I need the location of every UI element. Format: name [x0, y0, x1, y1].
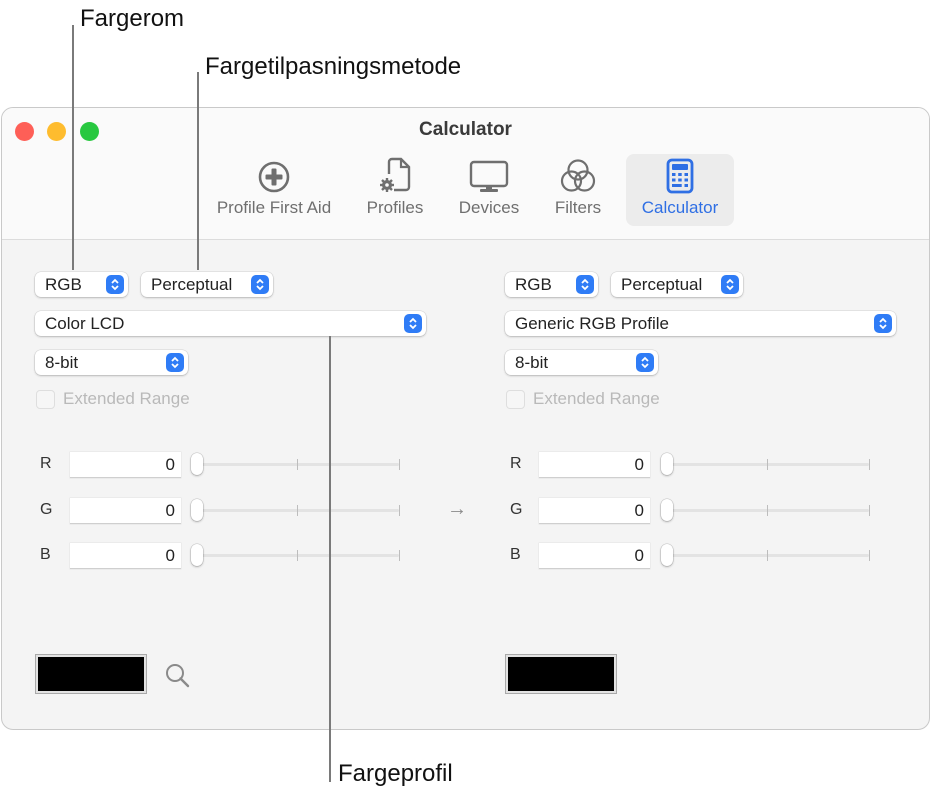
callout-line-rendering-intent — [197, 72, 199, 270]
popup-value: RGB — [45, 275, 82, 294]
tab-label: Profiles — [366, 198, 424, 217]
display-icon — [469, 160, 509, 192]
source-color-space-popup[interactable]: RGB — [35, 272, 128, 297]
calculator-window: Calculator Profile First Aid Profiles De… — [1, 107, 930, 730]
dest-color-swatch[interactable] — [505, 654, 617, 694]
popup-value: 8-bit — [45, 353, 79, 372]
source-b-slider[interactable] — [191, 544, 403, 566]
chevron-updown-icon — [106, 275, 124, 294]
calculator-icon — [666, 158, 694, 194]
channel-label-b: B — [510, 546, 521, 563]
source-extended-range[interactable]: Extended Range — [36, 389, 190, 409]
tab-label: Devices — [458, 198, 520, 217]
source-color-swatch[interactable] — [35, 654, 147, 694]
callout-line-color-profile — [329, 336, 331, 782]
dest-r-field[interactable]: 0 — [539, 452, 650, 478]
dest-extended-range[interactable]: Extended Range — [506, 389, 660, 409]
tab-profiles[interactable]: Profiles — [358, 154, 432, 226]
overlapping-circles-icon — [560, 159, 596, 192]
source-r-slider[interactable] — [191, 453, 403, 475]
popup-value: Color LCD — [45, 314, 125, 333]
dest-b-field[interactable]: 0 — [539, 543, 650, 569]
tab-profile-first-aid[interactable]: Profile First Aid — [206, 154, 342, 226]
source-g-slider[interactable] — [191, 499, 403, 521]
toolbar: Profile First Aid Profiles Devices Filte… — [2, 153, 929, 227]
dest-swatch-fill — [509, 658, 613, 690]
arrow-icon: → — [447, 498, 467, 520]
tab-label: Calculator — [641, 198, 719, 217]
tab-label: Filters — [554, 198, 602, 217]
extended-range-label: Extended Range — [533, 389, 660, 408]
callout-color-space: Fargerom — [80, 5, 185, 32]
chevron-updown-icon — [166, 353, 184, 372]
extended-range-checkbox[interactable] — [36, 389, 55, 409]
chevron-updown-icon — [721, 275, 739, 294]
extended-range-label: Extended Range — [63, 389, 190, 408]
source-depth-popup[interactable]: 8-bit — [35, 350, 188, 375]
slider-knob[interactable] — [661, 499, 673, 521]
source-intent-popup[interactable]: Perceptual — [141, 272, 273, 297]
source-g-field[interactable]: 0 — [70, 498, 181, 524]
channel-label-g: G — [510, 501, 523, 518]
chevron-updown-icon — [251, 275, 269, 294]
slider-knob[interactable] — [661, 544, 673, 566]
dest-color-space-popup[interactable]: RGB — [505, 272, 598, 297]
slider-knob[interactable] — [661, 453, 673, 475]
dest-profile-popup[interactable]: Generic RGB Profile — [505, 311, 896, 336]
plus-circle-icon — [258, 161, 290, 193]
channel-label-r: R — [40, 455, 52, 472]
extended-range-checkbox[interactable] — [506, 389, 525, 409]
source-swatch-fill — [39, 658, 143, 690]
source-profile-popup[interactable]: Color LCD — [35, 311, 426, 336]
channel-label-r: R — [510, 455, 522, 472]
tab-calculator[interactable]: Calculator — [626, 154, 734, 226]
tab-filters[interactable]: Filters — [546, 154, 610, 226]
popup-value: Generic RGB Profile — [515, 314, 669, 333]
dest-g-slider[interactable] — [661, 499, 873, 521]
popup-value: RGB — [515, 275, 552, 294]
tab-devices[interactable]: Devices — [449, 154, 529, 226]
slider-knob[interactable] — [191, 453, 203, 475]
document-gear-icon — [380, 157, 411, 192]
chevron-updown-icon — [874, 314, 892, 333]
chevron-updown-icon — [404, 314, 422, 333]
magnifier-icon[interactable] — [164, 662, 192, 690]
callout-line-color-space — [72, 25, 74, 270]
dest-depth-popup[interactable]: 8-bit — [505, 350, 658, 375]
slider-knob[interactable] — [191, 499, 203, 521]
source-r-field[interactable]: 0 — [70, 452, 181, 478]
callout-color-profile: Fargeprofil — [338, 760, 453, 787]
channel-label-g: G — [40, 501, 53, 518]
source-b-field[interactable]: 0 — [70, 543, 181, 569]
callout-rendering-intent: Fargetilpasningsmetode — [205, 53, 462, 80]
channel-label-b: B — [40, 546, 51, 563]
dest-intent-popup[interactable]: Perceptual — [611, 272, 743, 297]
chevron-updown-icon — [636, 353, 654, 372]
dest-b-slider[interactable] — [661, 544, 873, 566]
popup-value: 8-bit — [515, 353, 549, 372]
dest-g-field[interactable]: 0 — [539, 498, 650, 524]
chevron-updown-icon — [576, 275, 594, 294]
popup-value: Perceptual — [621, 275, 703, 294]
tab-label: Profile First Aid — [216, 198, 332, 217]
dest-r-slider[interactable] — [661, 453, 873, 475]
slider-knob[interactable] — [191, 544, 203, 566]
window-title: Calculator — [419, 119, 512, 140]
titlebar: Calculator Profile First Aid Profiles De… — [2, 108, 929, 240]
popup-value: Perceptual — [151, 275, 233, 294]
